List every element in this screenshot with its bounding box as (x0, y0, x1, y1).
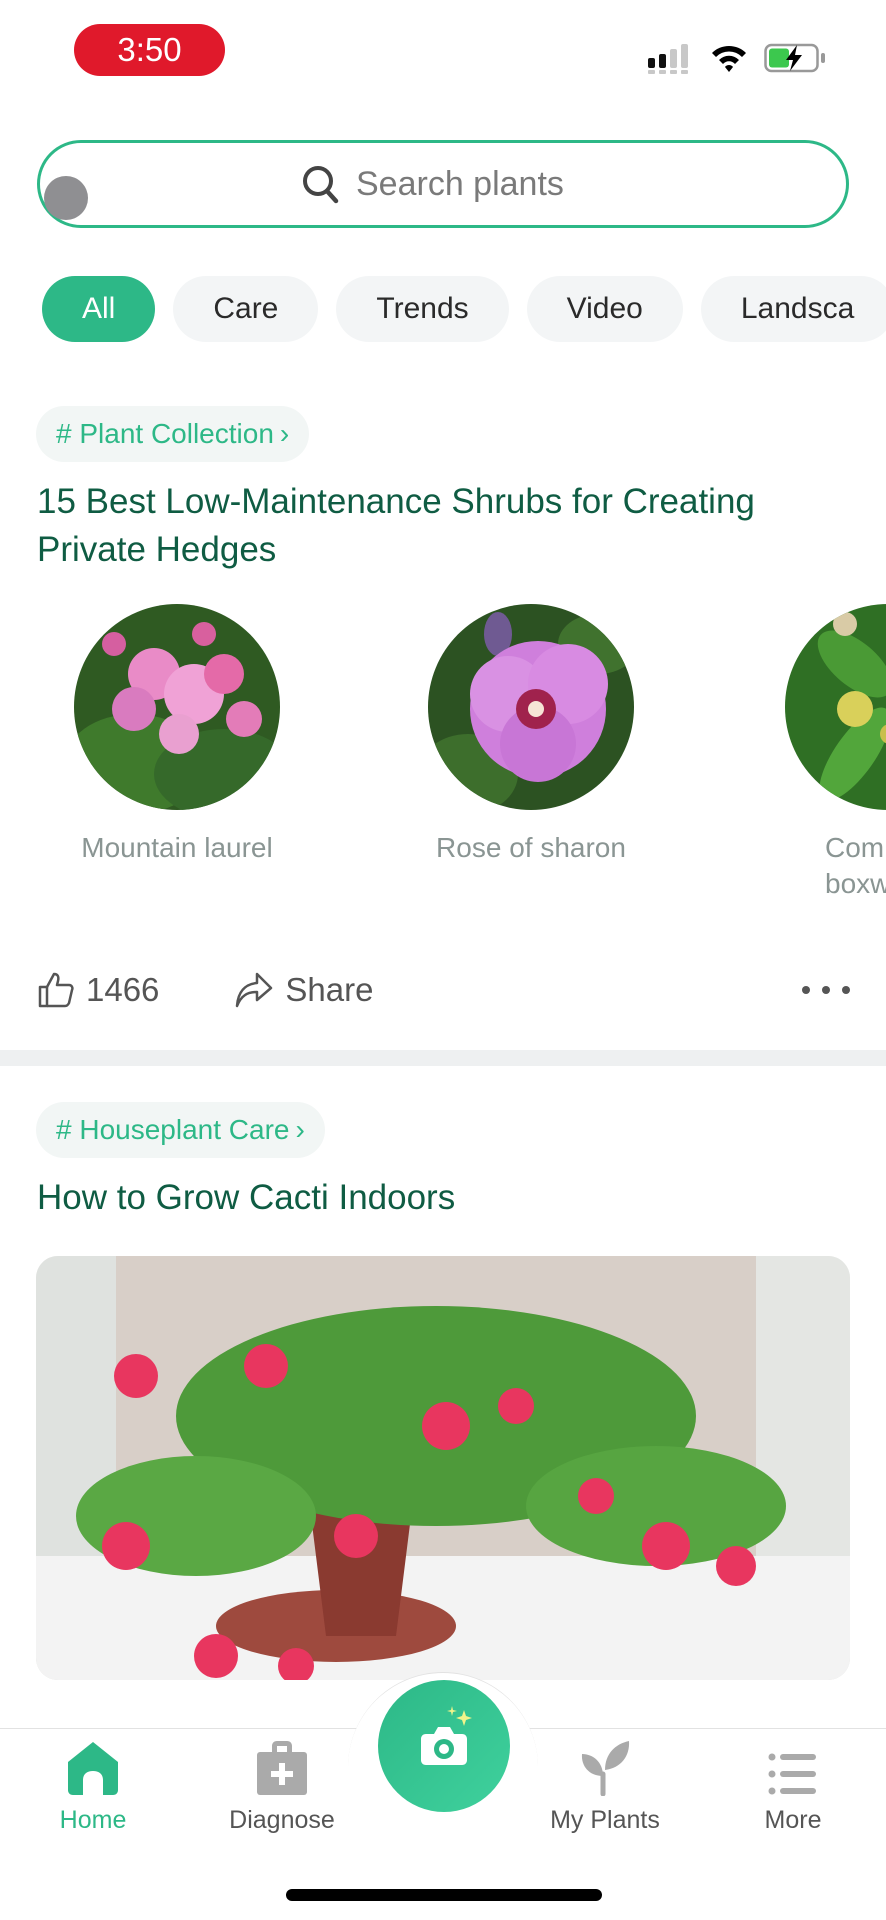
search-bar[interactable] (37, 140, 849, 228)
like-button[interactable]: 1466 (36, 970, 159, 1010)
tab-label: More (764, 1806, 822, 1834)
more-options-icon[interactable] (802, 980, 850, 1000)
plant-card-rose-of-sharon[interactable]: Rose of sharon (401, 604, 661, 866)
plant-photo-common-boxwood (785, 604, 886, 810)
article-title[interactable]: 15 Best Low-Maintenance Shrubs for Creat… (37, 478, 857, 574)
list-icon (768, 1753, 816, 1795)
sparkle-icon (447, 1706, 457, 1716)
thumbs-up-icon (38, 972, 74, 1008)
plant-name: Com boxw (825, 832, 886, 899)
plant-photo-rose-of-sharon (428, 604, 634, 810)
article-title[interactable]: How to Grow Cacti Indoors (37, 1174, 857, 1222)
search-input[interactable] (356, 164, 586, 204)
plant-name: Mountain laurel (81, 832, 273, 863)
cellular-signal-icon (648, 44, 688, 74)
chip-landscape[interactable]: Landsca (700, 276, 886, 342)
plant-card-mountain-laurel[interactable]: Mountain laurel (47, 604, 307, 866)
share-button[interactable]: Share (233, 970, 373, 1010)
tab-my-plants[interactable]: My Plants (530, 1740, 680, 1835)
section-divider (0, 1050, 886, 1066)
home-icon (68, 1742, 118, 1795)
tab-label: Home (59, 1806, 127, 1834)
topic-tag-plant-collection[interactable]: # Plant Collection › (36, 406, 310, 462)
camera-identify-button[interactable] (378, 1680, 510, 1812)
sprout-icon (581, 1741, 630, 1796)
chip-all[interactable]: All (42, 276, 156, 342)
search-icon (303, 166, 339, 204)
chip-care[interactable]: Care (173, 276, 319, 342)
chevron-right-icon: › (279, 418, 290, 449)
topic-tag-houseplant-care[interactable]: # Houseplant Care › (36, 1102, 325, 1158)
share-icon (236, 972, 273, 1008)
chip-video[interactable]: Video (526, 276, 683, 342)
category-chips: All Care Trends Video Landsca (42, 276, 886, 342)
plant-photo-mountain-laurel (74, 604, 280, 810)
first-aid-kit-icon (257, 1741, 307, 1795)
status-bar: 3:50 (0, 0, 886, 100)
tab-label: My Plants (550, 1806, 660, 1834)
tab-diagnose[interactable]: Diagnose (207, 1740, 357, 1835)
article-image-cactus[interactable] (36, 1256, 850, 1680)
tab-home[interactable]: Home (18, 1740, 168, 1835)
plant-card-common-boxwood[interactable]: Com boxw (755, 604, 886, 902)
chip-trends[interactable]: Trends (336, 276, 509, 342)
wifi-icon (712, 45, 746, 72)
like-count: 1466 (86, 971, 160, 1008)
battery-charging-icon (764, 43, 825, 73)
tab-label: Diagnose (229, 1806, 335, 1834)
touch-indicator (44, 176, 88, 220)
status-time: 3:50 (74, 24, 225, 76)
camera-icon (421, 1706, 472, 1765)
chevron-right-icon: › (295, 1114, 305, 1145)
share-label: Share (285, 971, 374, 1008)
plant-name: Rose of sharon (436, 832, 626, 863)
sparkle-icon (456, 1710, 472, 1726)
topic-tag-label: # Plant Collection (56, 418, 274, 449)
tab-more[interactable]: More (718, 1740, 868, 1835)
article-actions: 1466 Share (36, 960, 850, 1020)
home-indicator (286, 1889, 602, 1901)
topic-tag-label: # Houseplant Care (56, 1114, 290, 1145)
